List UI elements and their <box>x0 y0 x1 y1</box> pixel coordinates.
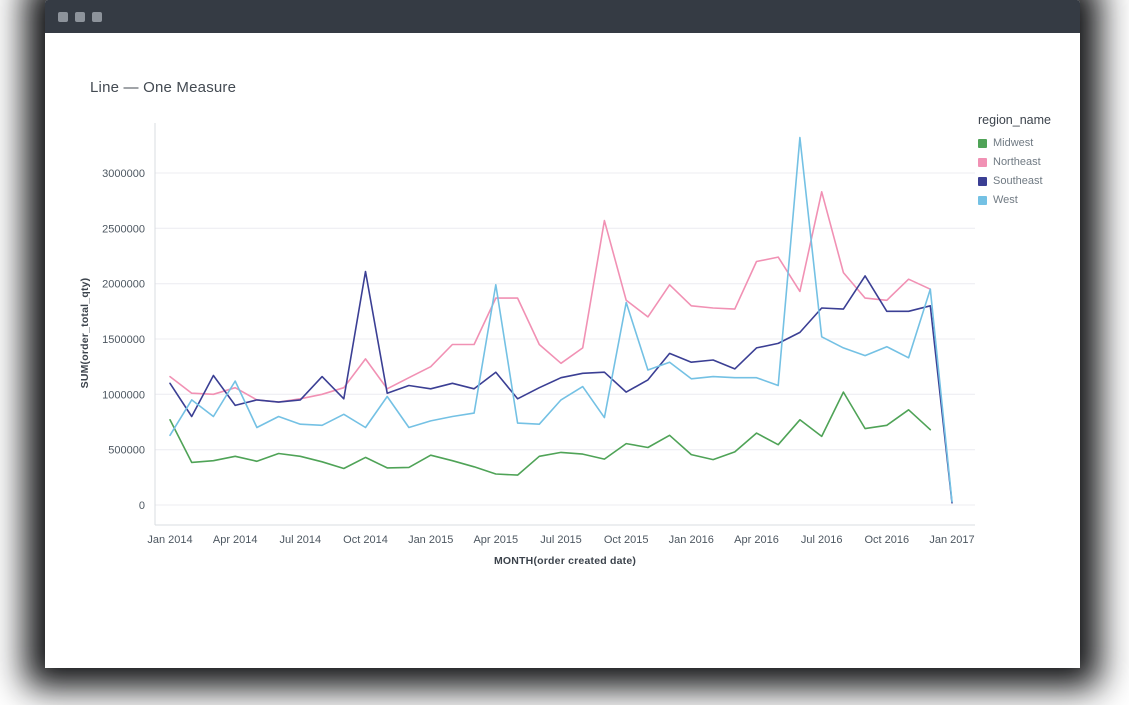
svg-text:Jan 2014: Jan 2014 <box>147 534 192 546</box>
window-control-dot <box>58 12 68 22</box>
svg-text:Jan 2016: Jan 2016 <box>669 534 714 546</box>
svg-text:0: 0 <box>139 500 145 512</box>
svg-text:1000000: 1000000 <box>102 389 145 401</box>
window-control-dot <box>75 12 85 22</box>
chart-panel: Line — One Measure SUM(order_total_qty) … <box>45 33 1080 668</box>
svg-text:1500000: 1500000 <box>102 334 145 346</box>
svg-text:Oct 2016: Oct 2016 <box>864 534 909 546</box>
legend-label: Midwest <box>993 137 1033 149</box>
svg-text:Jan 2017: Jan 2017 <box>929 534 974 546</box>
svg-text:Apr 2016: Apr 2016 <box>734 534 779 546</box>
svg-text:Jan 2015: Jan 2015 <box>408 534 453 546</box>
legend-swatch <box>978 177 987 186</box>
svg-text:Oct 2014: Oct 2014 <box>343 534 388 546</box>
legend-title: region_name <box>978 113 1051 127</box>
svg-text:2500000: 2500000 <box>102 223 145 235</box>
window-control-dot <box>92 12 102 22</box>
svg-text:Apr 2014: Apr 2014 <box>213 534 258 546</box>
window-titlebar <box>45 0 1080 33</box>
legend-swatch <box>978 158 987 167</box>
app-window: Line — One Measure SUM(order_total_qty) … <box>45 0 1080 668</box>
svg-text:500000: 500000 <box>108 445 145 457</box>
svg-text:Jul 2015: Jul 2015 <box>540 534 582 546</box>
legend-item-west[interactable]: West <box>978 194 1051 206</box>
legend-label: Northeast <box>993 156 1041 168</box>
svg-text:Apr 2015: Apr 2015 <box>473 534 518 546</box>
legend-item-northeast[interactable]: Northeast <box>978 156 1051 168</box>
legend-label: West <box>993 194 1018 206</box>
svg-text:2000000: 2000000 <box>102 279 145 291</box>
svg-text:Jul 2016: Jul 2016 <box>801 534 843 546</box>
legend-swatch <box>978 196 987 205</box>
legend-swatch <box>978 139 987 148</box>
svg-text:Jul 2014: Jul 2014 <box>280 534 322 546</box>
legend-item-southeast[interactable]: Southeast <box>978 175 1051 187</box>
legend-label: Southeast <box>993 175 1043 187</box>
chart-legend: region_name Midwest Northeast Southeast Wes… <box>978 113 1051 213</box>
line-chart[interactable]: 0 500000 1000000 1500000 2000000 2500000 30000… <box>45 73 1080 613</box>
legend-item-midwest[interactable]: Midwest <box>978 137 1051 149</box>
svg-text:3000000: 3000000 <box>102 168 145 180</box>
svg-text:Oct 2015: Oct 2015 <box>604 534 649 546</box>
